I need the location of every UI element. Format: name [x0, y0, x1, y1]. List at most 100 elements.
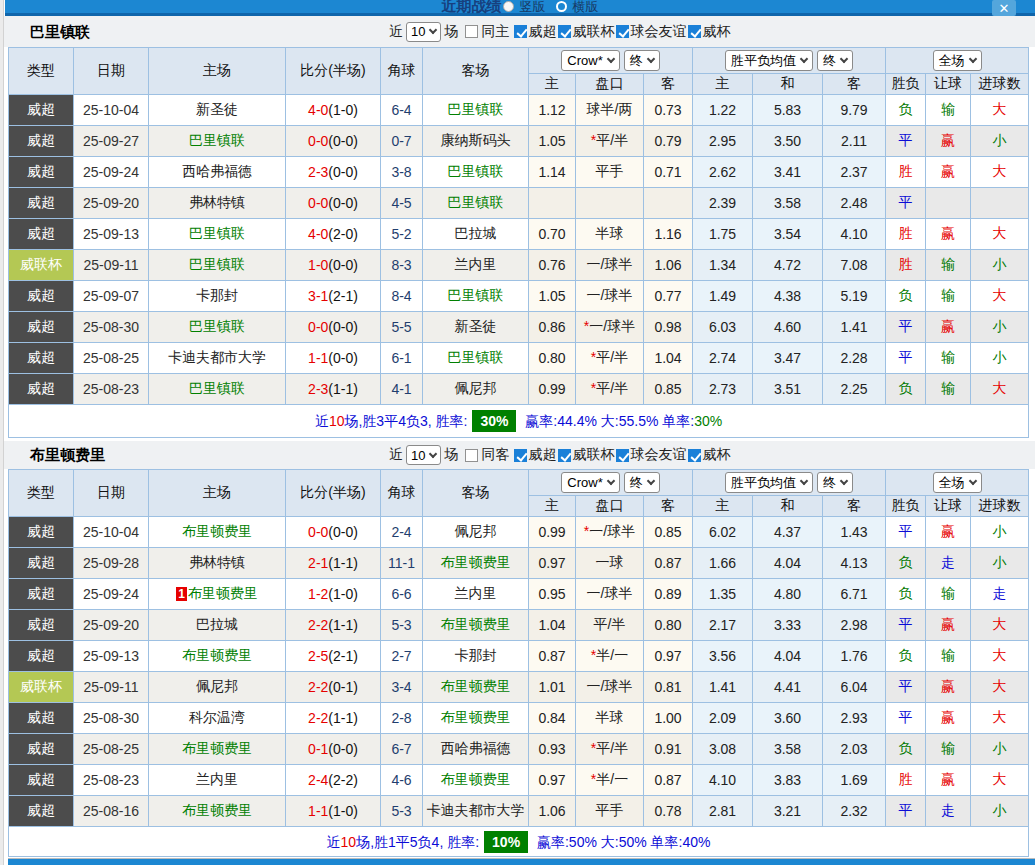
league-checkbox[interactable]	[558, 449, 571, 462]
away-team[interactable]: 卡迪夫都市大学	[423, 796, 529, 827]
europe-final-select[interactable]: 终	[817, 472, 853, 493]
result-handicap: 输	[926, 250, 971, 281]
away-team[interactable]: 巴里镇联	[423, 188, 529, 219]
same-venue-checkbox[interactable]	[465, 25, 478, 38]
home-team[interactable]: 巴拉城	[149, 610, 286, 641]
home-team[interactable]: 新圣徒	[149, 95, 286, 126]
corner: 6-1	[381, 343, 423, 374]
away-team[interactable]: 布里顿费里	[423, 703, 529, 734]
result-handicap: 赢	[926, 126, 971, 157]
same-venue-checkbox[interactable]	[465, 449, 478, 462]
result-goals: 大	[971, 765, 1029, 796]
home-team[interactable]: 卡那封	[149, 281, 286, 312]
europe-home: 6.02	[693, 517, 753, 548]
away-team[interactable]: 布里顿费里	[423, 548, 529, 579]
league-checkbox[interactable]	[514, 449, 527, 462]
recent-count-select[interactable]: 10	[406, 445, 441, 465]
away-team[interactable]: 布里顿费里	[423, 672, 529, 703]
europe-home: 1.49	[693, 281, 753, 312]
chevron-down-icon	[968, 477, 976, 485]
recent-count-select[interactable]: 10	[406, 22, 441, 42]
win-rate-badge: 30%	[472, 410, 516, 432]
col-europe: 主	[693, 496, 753, 517]
away-team[interactable]: 西哈弗福德	[423, 734, 529, 765]
europe-odds-select[interactable]: 胜平负均值	[725, 472, 813, 493]
result-handicap: 输	[926, 374, 971, 405]
result-handicap: 输	[926, 281, 971, 312]
match-type: 威超	[9, 703, 74, 734]
home-team[interactable]: 1布里顿费里	[149, 579, 286, 610]
europe-away: 1.43	[823, 517, 886, 548]
result-goals: 小	[971, 517, 1029, 548]
home-team[interactable]: 西哈弗福德	[149, 157, 286, 188]
odds-company-select[interactable]: Crow*	[561, 472, 619, 493]
odds-away: 0.87	[644, 548, 693, 579]
home-team[interactable]: 弗林特镇	[149, 548, 286, 579]
score: 1-1(0-0)	[286, 343, 381, 374]
league-checkbox[interactable]	[558, 25, 571, 38]
away-team[interactable]: 巴里镇联	[423, 95, 529, 126]
home-team[interactable]: 布里顿费里	[149, 517, 286, 548]
home-team[interactable]: 弗林特镇	[149, 188, 286, 219]
europe-final-select[interactable]: 终	[817, 50, 853, 71]
europe-away: 7.08	[823, 250, 886, 281]
league-checkbox[interactable]	[616, 25, 629, 38]
away-team[interactable]: 卡那封	[423, 641, 529, 672]
result-goals: 小	[971, 126, 1029, 157]
europe-draw: 3.50	[753, 126, 823, 157]
away-team[interactable]: 巴里镇联	[423, 281, 529, 312]
away-team[interactable]: 巴拉城	[423, 219, 529, 250]
away-team[interactable]: 巴里镇联	[423, 343, 529, 374]
fulltime-select[interactable]: 全场	[933, 472, 982, 493]
odds-final-select[interactable]: 终	[624, 472, 660, 493]
away-team[interactable]: 兰内里	[423, 250, 529, 281]
europe-home: 1.35	[693, 579, 753, 610]
away-team[interactable]: 康纳斯码头	[423, 126, 529, 157]
away-team[interactable]: 布里顿费里	[423, 765, 529, 796]
away-team[interactable]: 新圣徒	[423, 312, 529, 343]
rank-badge: 1	[176, 587, 187, 601]
away-team[interactable]: 佩尼邦	[423, 517, 529, 548]
home-team[interactable]: 卡迪夫都市大学	[149, 343, 286, 374]
match-row: 威超 25-09-27 巴里镇联 0-0(0-0) 0-7 康纳斯码头 1.05…	[9, 126, 1029, 157]
home-team[interactable]: 佩尼邦	[149, 672, 286, 703]
europe-odds-select[interactable]: 胜平负均值	[725, 50, 813, 71]
close-button[interactable]: ✕	[992, 0, 1016, 16]
home-team[interactable]: 兰内里	[149, 765, 286, 796]
home-team[interactable]: 布里顿费里	[149, 641, 286, 672]
page-title: 近期战绩	[442, 0, 502, 16]
col-result: 胜负	[886, 74, 926, 95]
result-wdl: 平	[886, 703, 926, 734]
vertical-radio-label: 竖版	[520, 0, 546, 16]
horizontal-radio[interactable]	[556, 1, 567, 12]
home-team[interactable]: 科尔温湾	[149, 703, 286, 734]
odds-home: 0.97	[529, 548, 576, 579]
vertical-radio[interactable]	[503, 1, 514, 12]
home-team[interactable]: 巴里镇联	[149, 250, 286, 281]
odds-away: 0.98	[644, 312, 693, 343]
home-team[interactable]: 巴里镇联	[149, 219, 286, 250]
handicap: 一/球半	[576, 672, 644, 703]
league-checkbox[interactable]	[514, 25, 527, 38]
odds-company-select[interactable]: Crow*	[561, 50, 619, 71]
away-team[interactable]: 布里顿费里	[423, 610, 529, 641]
league-checkbox[interactable]	[688, 449, 701, 462]
league-checkbox[interactable]	[688, 25, 701, 38]
match-row: 威超 25-09-20 弗林特镇 0-0(0-0) 4-5 巴里镇联 2.39 …	[9, 188, 1029, 219]
home-team[interactable]: 巴里镇联	[149, 126, 286, 157]
home-team[interactable]: 巴里镇联	[149, 312, 286, 343]
home-team[interactable]: 巴里镇联	[149, 374, 286, 405]
home-team[interactable]: 布里顿费里	[149, 796, 286, 827]
home-team[interactable]: 布里顿费里	[149, 734, 286, 765]
score: 0-0(0-0)	[286, 312, 381, 343]
result-wdl: 平	[886, 610, 926, 641]
odds-final-select[interactable]: 终	[624, 50, 660, 71]
summary-row: 近10场,胜3平4负3, 胜率:30% 赢率:44.4% 大:55.5% 单率:…	[9, 405, 1029, 438]
result-handicap: 赢	[926, 672, 971, 703]
away-team[interactable]: 兰内里	[423, 579, 529, 610]
fulltime-select[interactable]: 全场	[933, 50, 982, 71]
league-checkbox[interactable]	[616, 449, 629, 462]
away-team[interactable]: 巴里镇联	[423, 157, 529, 188]
result-wdl: 负	[886, 374, 926, 405]
away-team[interactable]: 佩尼邦	[423, 374, 529, 405]
